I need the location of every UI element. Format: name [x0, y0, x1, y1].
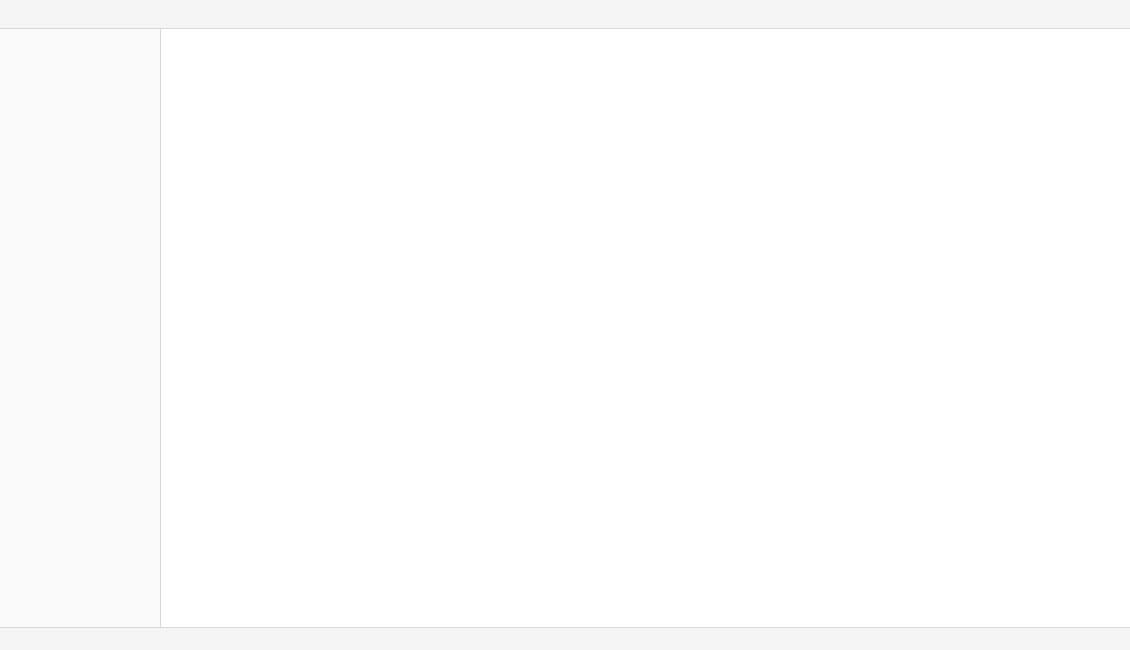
status-bar — [0, 627, 1130, 650]
sidebar — [0, 29, 161, 627]
main-heading — [171, 39, 1120, 59]
main-content — [161, 29, 1130, 627]
app-window — [0, 0, 1130, 650]
title-bar — [0, 0, 1130, 29]
app-body — [0, 29, 1130, 627]
